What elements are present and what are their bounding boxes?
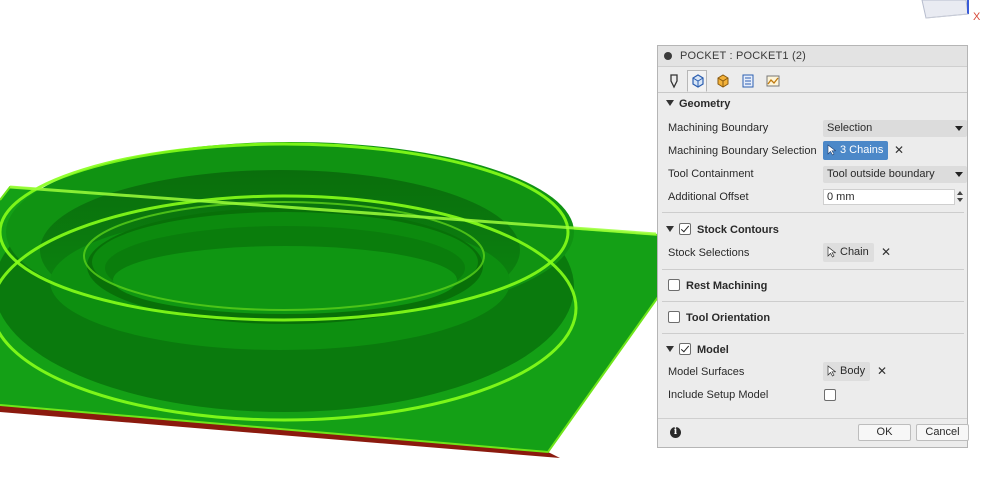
passes-tab-icon — [742, 74, 754, 88]
model-section-header[interactable]: Model — [666, 343, 729, 356]
inner-boss-recess-floor — [113, 246, 457, 314]
boundary-selection-button[interactable]: 3 Chains — [823, 141, 889, 160]
stock-contours-section-header[interactable]: Stock Contours — [666, 223, 779, 236]
tool-tab-icon — [670, 74, 678, 89]
view-cube-icon[interactable] — [918, 0, 978, 28]
additional-offset-stepper[interactable] — [955, 189, 965, 205]
tool-containment-value: Tool outside boundary — [827, 168, 935, 180]
machining-boundary-label: Machining Boundary — [668, 122, 769, 134]
stock-selections-value: Chain — [840, 246, 869, 258]
clear-boundary-selection-icon[interactable]: ✕ — [894, 143, 904, 157]
clear-model-surfaces-icon[interactable]: ✕ — [877, 364, 887, 378]
additional-offset-label: Additional Offset — [668, 191, 749, 203]
stock-contours-label: Stock Contours — [697, 224, 779, 236]
model-surfaces-value: Body — [840, 365, 866, 377]
collapse-dialog-icon[interactable] — [664, 52, 672, 60]
linking-tab-icon — [766, 75, 780, 87]
dialog-title: POCKET : POCKET1 (2) — [680, 50, 807, 62]
info-icon[interactable]: i — [670, 427, 681, 438]
tab-geometry[interactable] — [687, 70, 707, 92]
divider — [662, 301, 964, 302]
tool-orientation-section-header[interactable]: Tool Orientation — [668, 311, 770, 324]
cancel-button[interactable]: Cancel — [916, 424, 969, 441]
tab-tool[interactable] — [664, 70, 684, 90]
tab-linking[interactable] — [762, 70, 782, 90]
additional-offset-input[interactable]: 0 mm — [823, 189, 955, 205]
cursor-arrow-icon — [827, 365, 836, 377]
rest-machining-label: Rest Machining — [686, 280, 768, 292]
chevron-down-icon — [955, 126, 963, 131]
geometry-header-label: Geometry — [679, 98, 731, 110]
decrement-arrow-icon[interactable] — [957, 198, 963, 202]
geometry-tab-icon — [692, 74, 704, 88]
chevron-down-icon — [955, 172, 963, 177]
model-surfaces-label: Model Surfaces — [668, 366, 745, 378]
rest-machining-checkbox[interactable] — [668, 279, 680, 291]
expand-triangle-icon — [666, 100, 674, 106]
cursor-arrow-icon — [827, 246, 836, 258]
tool-containment-label: Tool Containment — [668, 168, 754, 180]
model-checkbox[interactable] — [679, 343, 691, 355]
tool-orientation-label: Tool Orientation — [686, 312, 771, 324]
machining-boundary-dropdown[interactable]: Selection — [823, 120, 967, 137]
stock-selections-button[interactable]: Chain — [823, 243, 874, 262]
dialog-footer: i OK Cancel — [658, 418, 969, 448]
expand-triangle-icon — [666, 346, 674, 352]
boundary-selection-value: 3 Chains — [840, 144, 884, 156]
heights-tab-icon — [717, 74, 729, 88]
stock-contours-checkbox[interactable] — [679, 223, 691, 235]
model-label: Model — [697, 344, 729, 356]
expand-triangle-icon — [666, 226, 674, 232]
increment-arrow-icon[interactable] — [957, 191, 963, 195]
view-cube[interactable]: X — [918, 0, 981, 28]
include-setup-model-label: Include Setup Model — [668, 389, 769, 401]
model-surfaces-button[interactable]: Body — [823, 362, 871, 381]
rest-machining-section-header[interactable]: Rest Machining — [668, 279, 767, 292]
tool-orientation-checkbox[interactable] — [668, 311, 680, 323]
divider — [662, 212, 964, 213]
divider — [662, 269, 964, 270]
geometry-section-header[interactable]: Geometry — [666, 98, 730, 110]
divider — [662, 333, 964, 334]
tab-passes[interactable] — [737, 70, 757, 90]
dialog-titlebar[interactable]: POCKET : POCKET1 (2) — [658, 46, 967, 67]
clear-stock-selection-icon[interactable]: ✕ — [881, 245, 891, 259]
cursor-arrow-icon — [827, 144, 836, 156]
machining-boundary-value: Selection — [827, 122, 873, 134]
stock-selections-label: Stock Selections — [668, 247, 750, 259]
ok-button[interactable]: OK — [858, 424, 911, 441]
pocket-dialog: POCKET : POCKET1 (2) Geometry Machining … — [657, 45, 969, 448]
dialog-tabs — [658, 68, 967, 93]
boundary-selection-label: Machining Boundary Selection — [668, 145, 817, 157]
include-setup-model-checkbox[interactable] — [824, 389, 836, 401]
x-axis-label: X — [973, 11, 981, 23]
tool-containment-dropdown[interactable]: Tool outside boundary — [823, 166, 967, 183]
tab-heights[interactable] — [712, 70, 732, 90]
